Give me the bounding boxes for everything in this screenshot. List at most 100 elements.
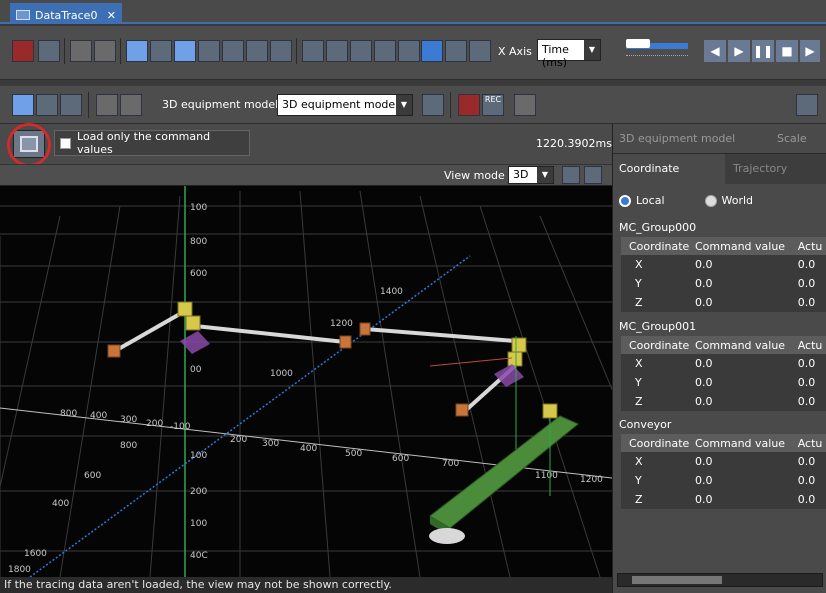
view-settings-icon[interactable] bbox=[562, 166, 580, 184]
toolbar-button[interactable] bbox=[96, 94, 118, 116]
xaxis-select[interactable]: Time (ms) ▼ bbox=[537, 39, 601, 69]
coordinate-table: Coordinate Command value Actu X 0.0 0.0 Y0… bbox=[621, 237, 826, 312]
3d-view[interactable]: 100 800 600 00 100 200 100 40C 200 300 4… bbox=[0, 186, 612, 577]
equipment-model-value: 3D equipment model bbox=[282, 98, 399, 111]
y-tick-label: 1200 bbox=[330, 319, 353, 329]
view-mode-value: 3D bbox=[513, 168, 529, 181]
panel-toggle-icon[interactable] bbox=[796, 94, 818, 116]
radio-unselected-icon[interactable] bbox=[704, 195, 717, 207]
actual-value: 0.0 bbox=[795, 354, 826, 373]
slider-thumb[interactable] bbox=[626, 39, 650, 48]
group-title: Conveyor bbox=[619, 418, 672, 431]
toolbar-button[interactable] bbox=[150, 40, 172, 62]
tab-title: DataTrace0 bbox=[35, 8, 98, 22]
column-header: Command value bbox=[693, 336, 796, 354]
command-value: 0.0 bbox=[693, 274, 796, 293]
toolbar-button[interactable] bbox=[270, 40, 292, 62]
cursor-icon[interactable] bbox=[174, 40, 196, 62]
highlight-circle bbox=[7, 123, 51, 167]
toolbar-button[interactable] bbox=[514, 94, 536, 116]
command-value: 0.0 bbox=[693, 293, 796, 312]
toolbar-button[interactable] bbox=[222, 40, 244, 62]
record-icon[interactable] bbox=[458, 94, 480, 116]
x-tick-label: 800 bbox=[60, 409, 77, 419]
tab-3d-equipment-model[interactable]: 3D equipment model bbox=[613, 124, 741, 154]
pause-icon[interactable]: ❚❚ bbox=[752, 40, 774, 62]
toolbar-button[interactable] bbox=[445, 40, 467, 62]
stop-trace-button[interactable] bbox=[12, 40, 34, 62]
coordinate-table: Coordinate Command value Actu X 0.0 0.0 Y0… bbox=[621, 336, 826, 411]
actual-value: 0.0 bbox=[795, 392, 826, 411]
step-forward-icon[interactable]: ▶ bbox=[800, 40, 820, 62]
x-tick-label: 700 bbox=[442, 459, 459, 469]
horizontal-scrollbar[interactable] bbox=[617, 573, 823, 587]
chart-icon[interactable] bbox=[374, 40, 396, 62]
toolbar-button[interactable] bbox=[94, 40, 116, 62]
x-tick-label: -100 bbox=[170, 422, 191, 432]
tab-coordinate[interactable]: Coordinate bbox=[613, 154, 725, 184]
command-value: 0.0 bbox=[693, 471, 796, 490]
chevron-down-icon: ▼ bbox=[584, 40, 600, 60]
y-tick-label: 1600 bbox=[24, 549, 47, 559]
axis-label: Z bbox=[621, 392, 693, 411]
radio-local[interactable]: Local bbox=[619, 194, 665, 207]
xaxis-label: X Axis bbox=[498, 45, 532, 58]
trace-toolbar: X Axis Time (ms) ▼ ◀ ▶ ❚❚ ■ ▶ bbox=[0, 26, 826, 80]
slider-ticks bbox=[626, 55, 688, 57]
x-tick-label: 400 bbox=[90, 411, 107, 421]
tab-datatrace0[interactable]: DataTrace0 ✕ bbox=[10, 3, 122, 24]
radio-world[interactable]: World bbox=[704, 194, 754, 207]
step-back-icon[interactable]: ◀ bbox=[704, 40, 726, 62]
toolbar-button[interactable] bbox=[198, 40, 220, 62]
toolbar-button[interactable] bbox=[246, 40, 268, 62]
command-value: 0.0 bbox=[693, 255, 796, 274]
rotate-icon[interactable] bbox=[36, 94, 58, 116]
view-mode-label: View mode bbox=[444, 169, 505, 182]
zoom-icon[interactable] bbox=[60, 94, 82, 116]
z-tick-label: 100 bbox=[190, 519, 207, 529]
z-tick-label: 600 bbox=[190, 269, 207, 279]
wrench-icon[interactable] bbox=[302, 40, 324, 62]
settings-icon[interactable] bbox=[421, 40, 443, 62]
view-mode-bar: View mode 3D ▼ bbox=[0, 164, 612, 186]
grid-icon[interactable] bbox=[126, 40, 148, 62]
column-header: Command value bbox=[693, 237, 796, 255]
scrollbar-thumb[interactable] bbox=[632, 576, 722, 584]
xaxis-select-value: Time (ms) bbox=[542, 43, 569, 69]
toolbar-button[interactable] bbox=[70, 40, 92, 62]
record-button[interactable] bbox=[38, 40, 60, 62]
column-header: Coordinate bbox=[621, 336, 693, 354]
rec-button[interactable]: REC bbox=[482, 94, 504, 116]
y-tick-label: 1000 bbox=[270, 369, 293, 379]
move-icon[interactable] bbox=[12, 94, 34, 116]
3d-scene-canvas[interactable]: 100 800 600 00 100 200 100 40C 200 300 4… bbox=[0, 186, 612, 577]
chart-icon[interactable] bbox=[398, 40, 420, 62]
close-icon[interactable]: ✕ bbox=[107, 9, 116, 22]
radio-world-label: World bbox=[721, 194, 754, 207]
tab-scale[interactable]: Scale bbox=[771, 124, 813, 154]
axis-label: X bbox=[621, 255, 693, 274]
panel-sub-tabs: Coordinate Trajectory bbox=[613, 154, 826, 184]
x-tick-label: 1200 bbox=[580, 475, 603, 485]
document-tab-strip: DataTrace0 ✕ bbox=[0, 0, 826, 24]
rec-label: REC bbox=[484, 95, 502, 104]
toolbar-button[interactable] bbox=[469, 40, 491, 62]
settings-icon[interactable] bbox=[422, 94, 444, 116]
tab-trajectory[interactable]: Trajectory bbox=[727, 154, 793, 184]
trace-timestamp: 1220.3902ms bbox=[536, 137, 612, 150]
radio-selected-icon[interactable] bbox=[619, 195, 631, 207]
view-reset-icon[interactable] bbox=[584, 166, 602, 184]
robot-model-group000 bbox=[107, 301, 352, 358]
equipment-model-select[interactable]: 3D equipment model ▼ bbox=[277, 94, 413, 116]
equipment-model-label: 3D equipment model bbox=[162, 98, 279, 111]
trace-icon bbox=[16, 10, 30, 20]
toolbar-button[interactable] bbox=[120, 94, 142, 116]
stop-icon[interactable]: ■ bbox=[776, 40, 798, 62]
z-tick-label: 00 bbox=[190, 365, 202, 375]
table-icon[interactable] bbox=[326, 40, 348, 62]
chart-icon[interactable] bbox=[350, 40, 372, 62]
checkbox-icon[interactable] bbox=[60, 137, 71, 149]
load-command-values-checkbox[interactable]: Load only the command values bbox=[54, 130, 250, 156]
play-icon[interactable]: ▶ bbox=[728, 40, 750, 62]
view-mode-select[interactable]: 3D ▼ bbox=[508, 166, 554, 184]
